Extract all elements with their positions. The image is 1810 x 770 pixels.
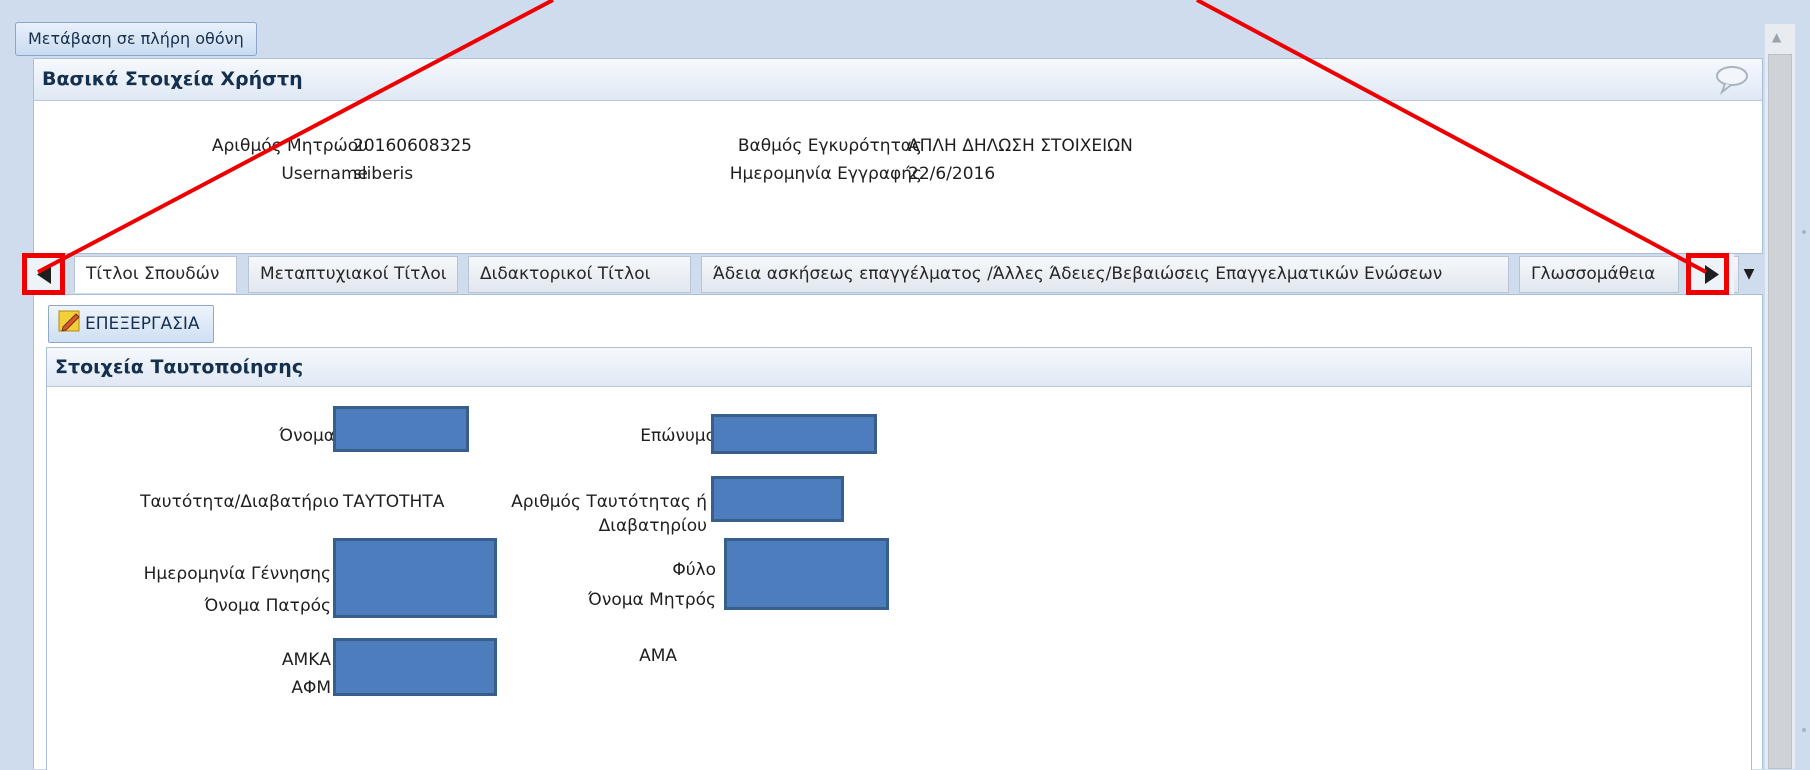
annotation-box-left xyxy=(22,253,65,295)
annotation-box-right xyxy=(1686,253,1729,295)
app-window: Μετάβαση σε πλήρη οθόνη ▲ Βασικά Στοιχεί… xyxy=(0,0,1810,770)
annotation-arrows xyxy=(37,0,1707,274)
